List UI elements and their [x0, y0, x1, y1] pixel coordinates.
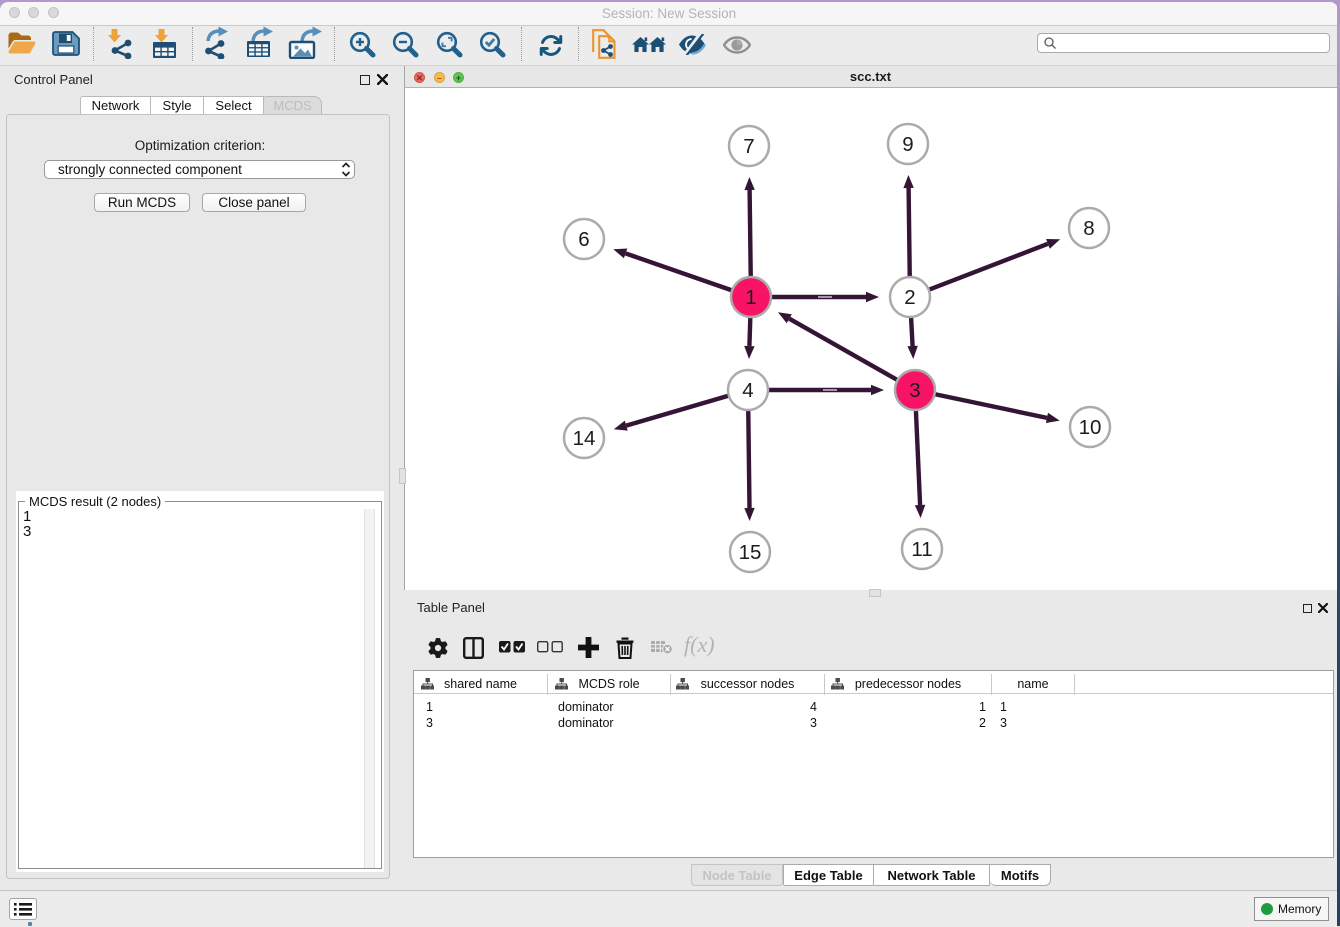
svg-text:8: 8 — [1083, 217, 1094, 240]
svg-text:14: 14 — [573, 427, 596, 450]
svg-text:1: 1 — [745, 286, 756, 309]
svg-text:10: 10 — [1079, 416, 1102, 439]
svg-text:3: 3 — [909, 379, 920, 402]
svg-text:6: 6 — [578, 228, 589, 251]
svg-text:2: 2 — [904, 286, 915, 309]
svg-text:15: 15 — [739, 541, 762, 564]
svg-text:9: 9 — [902, 133, 913, 156]
svg-text:7: 7 — [743, 135, 754, 158]
svg-text:4: 4 — [742, 379, 753, 402]
svg-text:11: 11 — [911, 538, 932, 561]
